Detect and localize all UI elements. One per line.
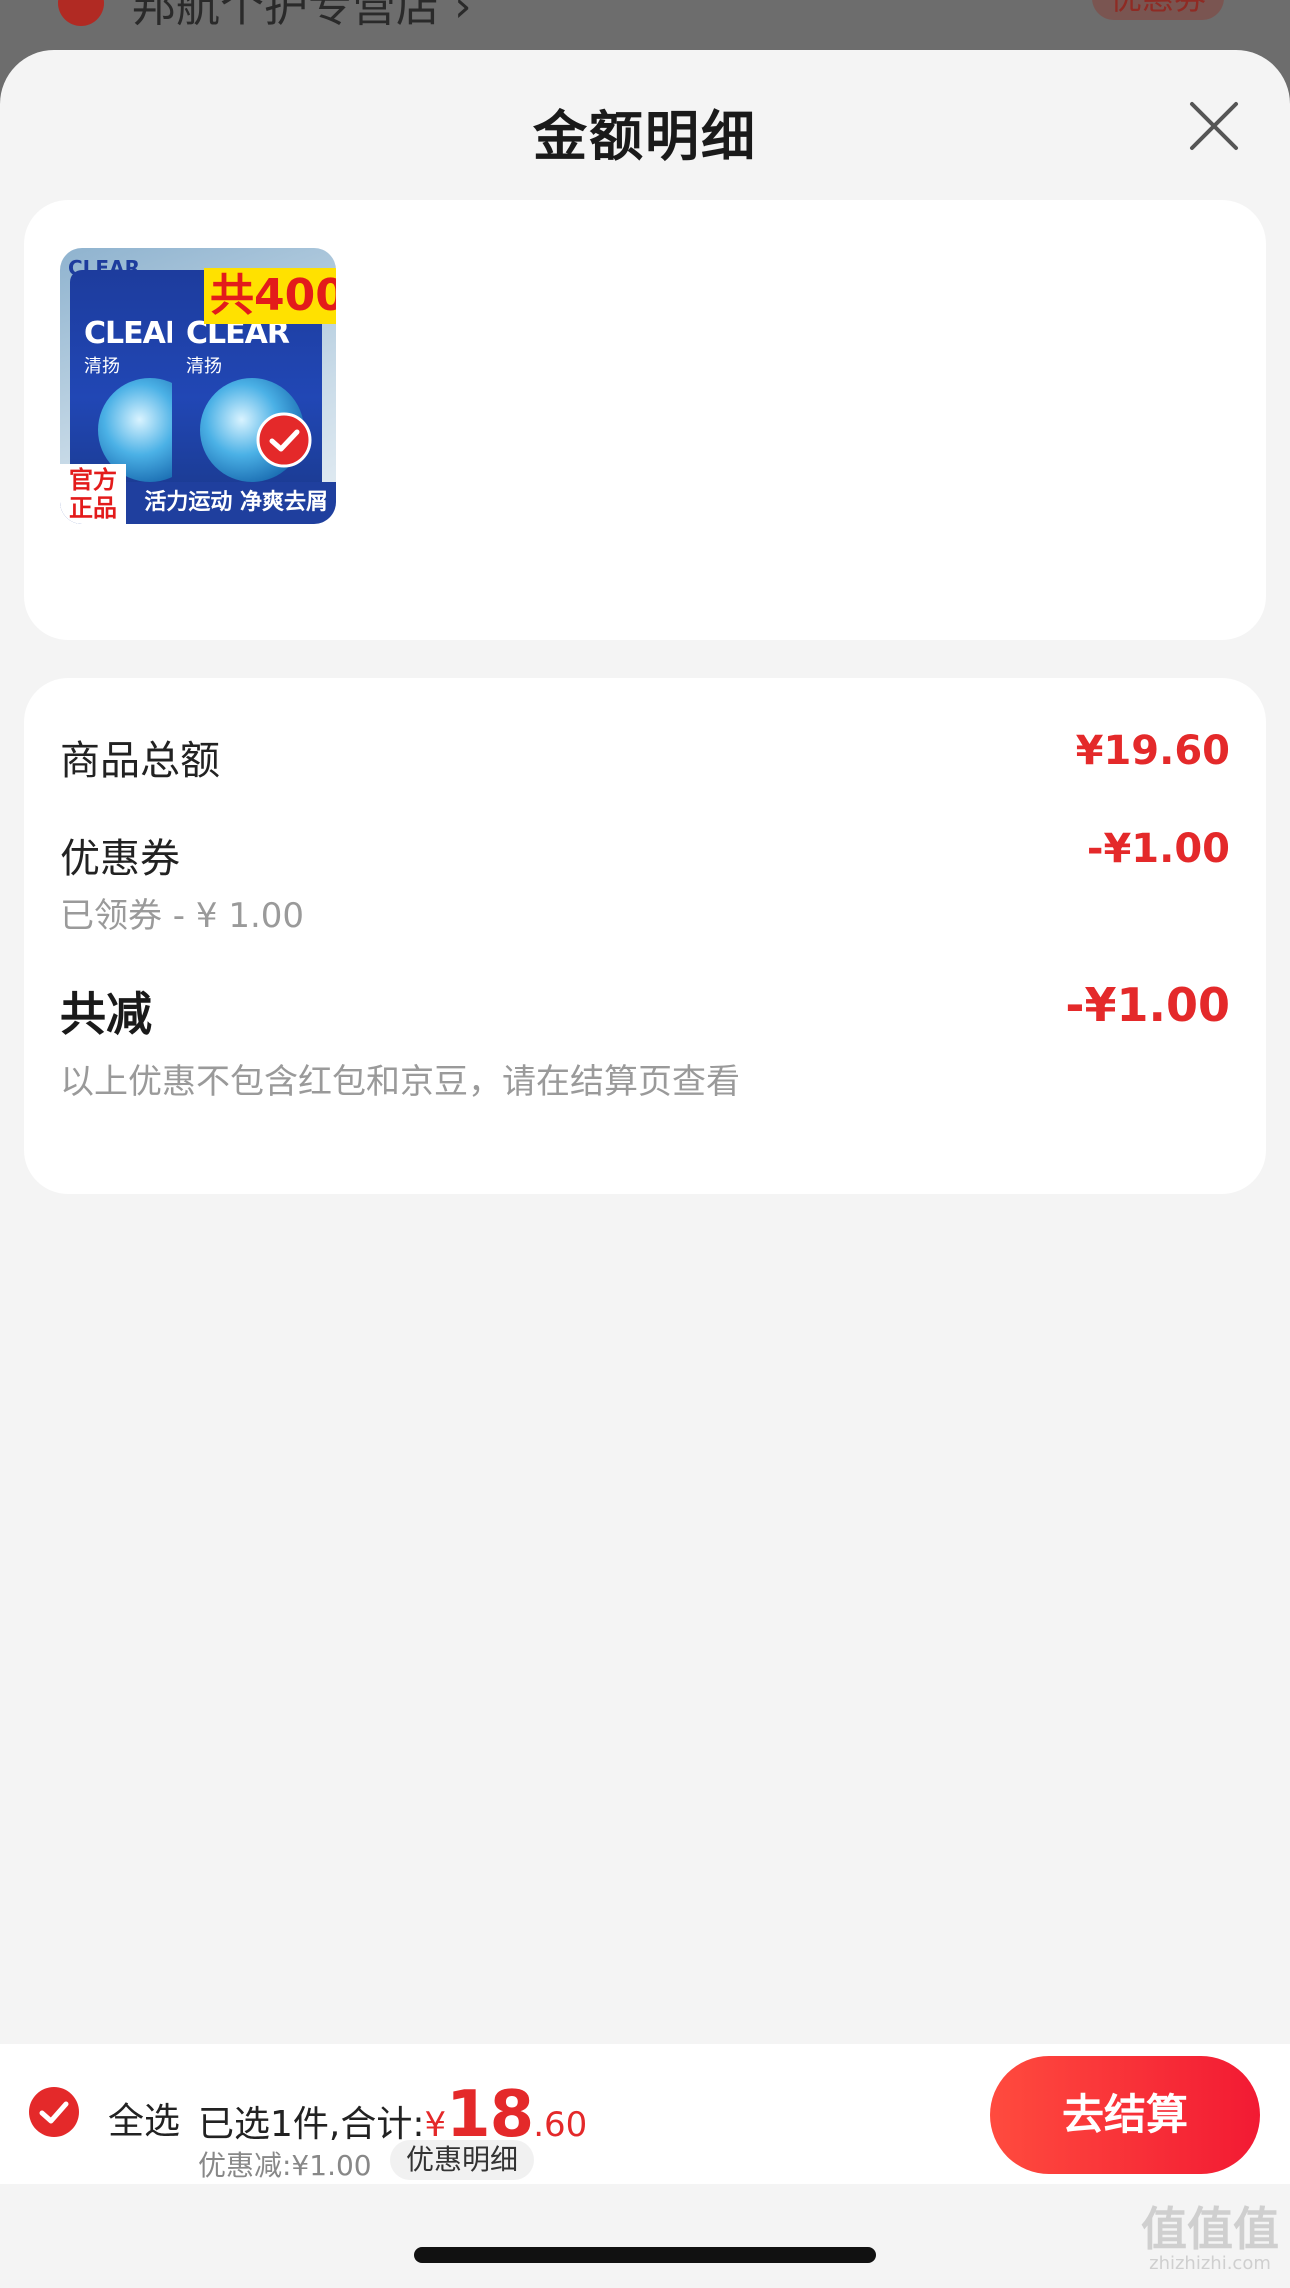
discount-detail-chip[interactable]: 优惠明细 — [390, 2140, 535, 2180]
home-indicator[interactable] — [414, 2247, 876, 2263]
watermark-sub: zhizhizhi.com — [1149, 2253, 1271, 2274]
close-button[interactable] — [1186, 98, 1242, 154]
pack-brand-cn: 清扬 — [186, 356, 222, 377]
watermark-main: 值值值 — [1141, 2202, 1279, 2256]
total-yen-symbol: ¥ — [424, 2105, 447, 2145]
selected-count-text: 已选1件,合计: — [198, 2104, 425, 2145]
goods-card: CLEAR CLEAR 清扬 CLEAR 清扬 共400g 活力运动 净爽去屑 … — [24, 200, 1266, 786]
select-all-label[interactable]: 全选 — [108, 2092, 180, 2144]
discount-text: 优惠减:¥1.00 — [198, 2149, 372, 2182]
official-badge: 官方正品 — [60, 464, 126, 524]
total-reduce-label: 共减 — [60, 987, 152, 1041]
amount-detail-sheet: 金额明细 CLEAR CLEAR 清扬 CLEAR 清扬 共400g 活力运动 … — [0, 50, 1290, 2288]
checkout-bar: 全选 已选1件,合计:¥18.60 优惠减:¥1.00 优惠明细 去结算 — [0, 2044, 1290, 2184]
sheet-title: 金额明细 — [533, 105, 757, 168]
coupon-sub-text: 已领券 - ¥ 1.00 — [60, 896, 305, 936]
coupon-value: -¥1.00 — [1086, 826, 1230, 872]
shop-name: 邦航个护专营店 › — [132, 0, 472, 32]
shop-check-icon — [58, 0, 104, 26]
goods-total-value: ¥19.60 — [1075, 728, 1230, 774]
total-reduce-value: -¥1.00 — [1065, 978, 1230, 1032]
select-all-check-icon[interactable] — [28, 2086, 80, 2138]
promo-weight-tag: 共400g — [204, 268, 336, 324]
shop-coupon-tag: 优惠券 — [1091, 0, 1224, 20]
product-image[interactable]: CLEAR CLEAR 清扬 CLEAR 清扬 共400g 活力运动 净爽去屑 … — [60, 248, 336, 524]
check-circle-icon[interactable] — [256, 412, 312, 468]
reduce-note: 以上优惠不包含红包和京豆，请在结算页查看 — [60, 1062, 740, 1102]
close-icon — [1190, 102, 1238, 150]
summary-card: 商品总额 ¥19.60 优惠券 -¥1.00 已领券 - ¥ 1.00 共减 -… — [24, 678, 1266, 1194]
total-decimal: .60 — [533, 2105, 588, 2145]
goods-total-label: 商品总额 — [60, 738, 220, 784]
pack-brand-cn: 清扬 — [84, 356, 120, 377]
watermark: 值值值 zhizhizhi.com — [1140, 2204, 1280, 2274]
selected-total-summary: 已选1件,合计:¥18.60 — [198, 2078, 587, 2152]
coupon-label: 优惠券 — [60, 836, 180, 882]
checkout-button[interactable]: 去结算 — [990, 2056, 1260, 2174]
